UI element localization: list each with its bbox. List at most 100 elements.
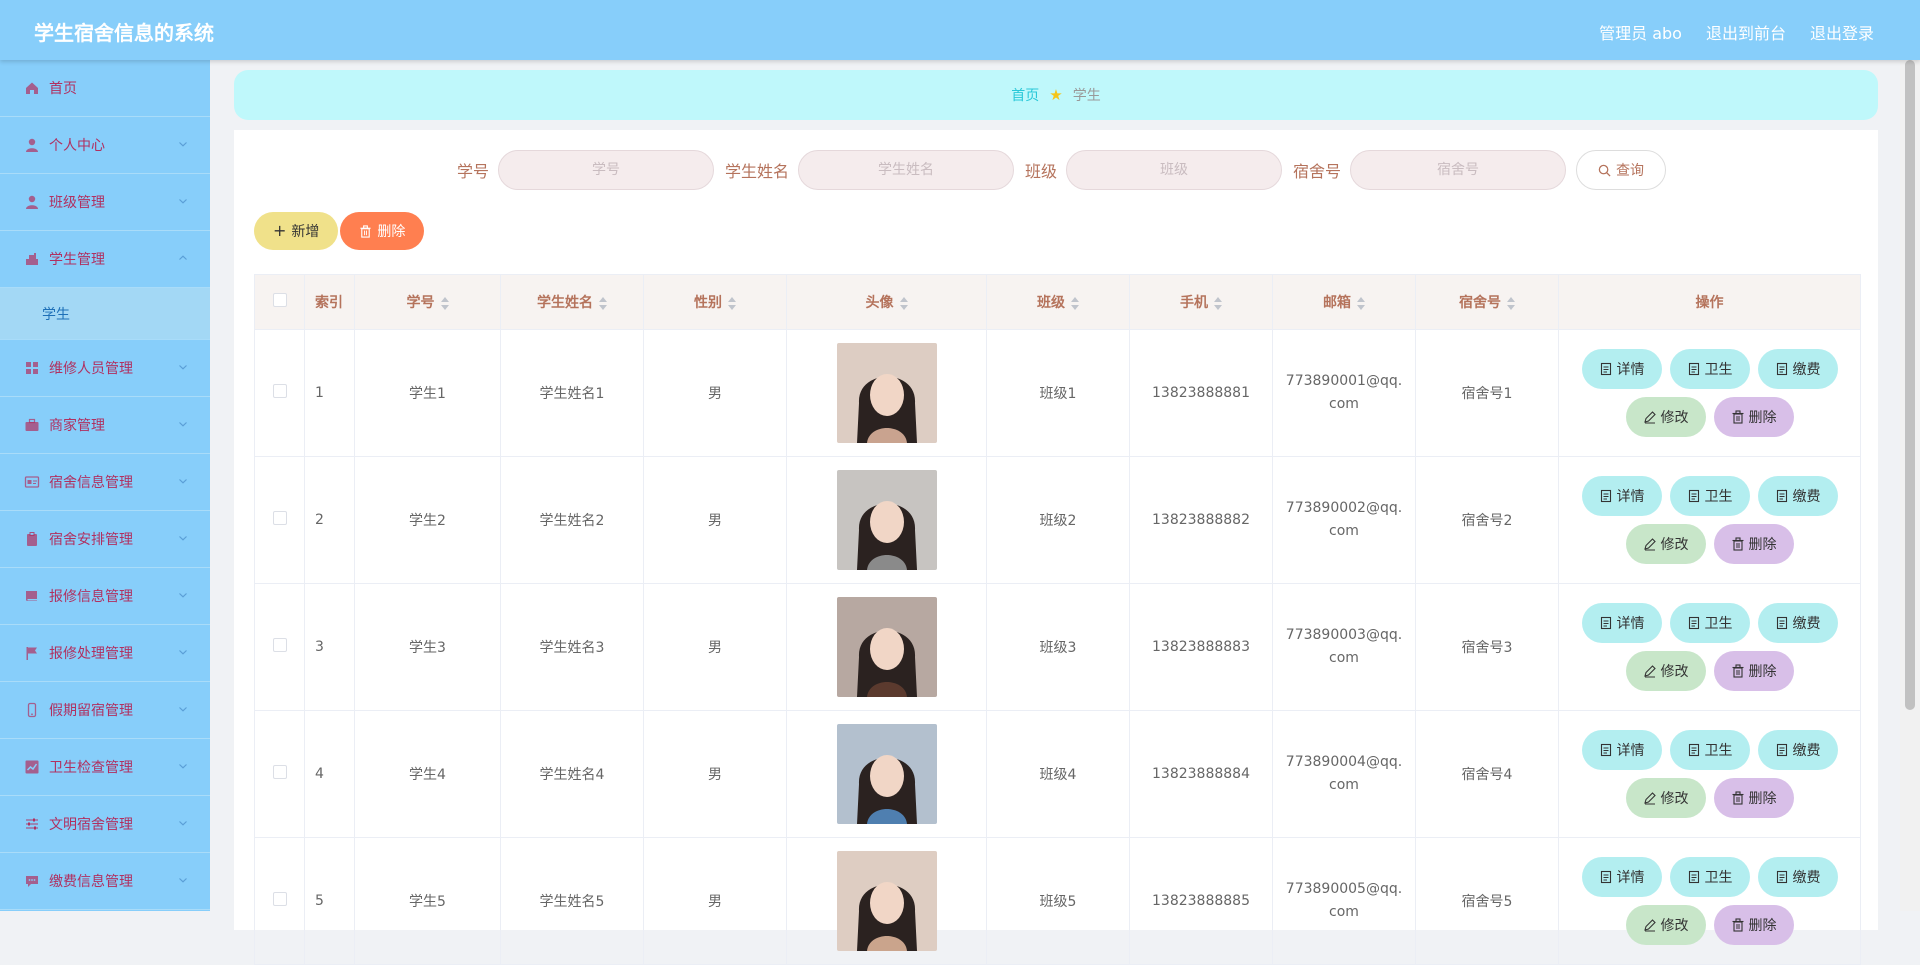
header-phone[interactable]: 手机 bbox=[1129, 274, 1273, 330]
cell-actions: 详情 卫生 缴费修改 删除 bbox=[1558, 710, 1861, 838]
hygiene-button[interactable]: 卫生 bbox=[1669, 476, 1750, 516]
sidebar-item[interactable]: 报修信息管理 bbox=[0, 568, 210, 625]
sidebar-item[interactable]: 假期留宿管理 bbox=[0, 682, 210, 739]
row-checkbox[interactable] bbox=[272, 638, 287, 652]
edit-button[interactable]: 修改 bbox=[1625, 778, 1706, 818]
edit-icon bbox=[1643, 918, 1657, 932]
row-delete-button[interactable]: 删除 bbox=[1713, 651, 1794, 691]
cell-actions: 详情 卫生 缴费修改 删除 bbox=[1558, 837, 1861, 965]
row-checkbox[interactable] bbox=[272, 384, 287, 398]
row-delete-button[interactable]: 删除 bbox=[1713, 905, 1794, 945]
header-actions: 操作 bbox=[1558, 274, 1861, 330]
action-buttons: + 新增 删除 bbox=[254, 212, 425, 250]
sort-icon[interactable] bbox=[1507, 296, 1515, 310]
hygiene-button[interactable]: 卫生 bbox=[1669, 349, 1750, 389]
hygiene-button[interactable]: 卫生 bbox=[1669, 603, 1750, 643]
edit-button[interactable]: 修改 bbox=[1625, 524, 1706, 564]
add-button[interactable]: + 新增 bbox=[254, 212, 339, 250]
student-name-input[interactable] bbox=[798, 150, 1014, 190]
sidebar-item[interactable]: 报修处理管理 bbox=[0, 625, 210, 682]
fee-button[interactable]: 缴费 bbox=[1757, 857, 1838, 897]
header-class[interactable]: 班级 bbox=[986, 274, 1130, 330]
detail-button-label: 详情 bbox=[1616, 616, 1645, 632]
sidebar-item[interactable]: 文明宿舍管理 bbox=[0, 796, 210, 853]
cell-email: 773890004@qq.com bbox=[1272, 710, 1416, 838]
sidebar-item[interactable]: 商家管理 bbox=[0, 397, 210, 454]
sort-icon[interactable] bbox=[599, 296, 607, 310]
edit-button[interactable]: 修改 bbox=[1625, 651, 1706, 691]
fee-button[interactable]: 缴费 bbox=[1757, 603, 1838, 643]
detail-button[interactable]: 详情 bbox=[1581, 730, 1662, 770]
detail-button[interactable]: 详情 bbox=[1581, 476, 1662, 516]
row-delete-button-label: 删除 bbox=[1748, 410, 1777, 426]
edit-button[interactable]: 修改 bbox=[1625, 397, 1706, 437]
sort-icon[interactable] bbox=[899, 296, 908, 310]
header-dorm-label: 宿舍号 bbox=[1459, 295, 1501, 311]
sidebar-item[interactable]: 学生管理 bbox=[0, 231, 210, 288]
row-delete-button[interactable]: 删除 bbox=[1713, 778, 1794, 818]
row-select-cell bbox=[254, 710, 305, 838]
select-all-cell bbox=[254, 274, 305, 330]
breadcrumb-home[interactable]: 首页 bbox=[1011, 85, 1039, 105]
trash-icon bbox=[1731, 410, 1745, 424]
header-index: 索引 bbox=[304, 274, 355, 330]
sidebar-item[interactable]: 宿舍安排管理 bbox=[0, 511, 210, 568]
search-button[interactable]: 查询 bbox=[1576, 150, 1667, 190]
document-icon bbox=[1687, 362, 1701, 376]
sidebar-item[interactable]: 首页 bbox=[0, 60, 210, 117]
sort-icon[interactable] bbox=[1071, 296, 1079, 310]
sidebar-item-label: 维修人员管理 bbox=[49, 361, 133, 377]
search-label-class: 班级 bbox=[1025, 162, 1058, 181]
sidebar-item[interactable]: 缴费信息管理 bbox=[0, 853, 210, 910]
fee-button[interactable]: 缴费 bbox=[1757, 476, 1838, 516]
detail-button[interactable]: 详情 bbox=[1581, 603, 1662, 643]
scrollbar-thumb[interactable] bbox=[1905, 60, 1915, 710]
header-gender[interactable]: 性别 bbox=[643, 274, 787, 330]
sidebar-item[interactable]: 班级管理 bbox=[0, 174, 210, 231]
row-delete-button[interactable]: 删除 bbox=[1713, 524, 1794, 564]
fee-button[interactable]: 缴费 bbox=[1757, 349, 1838, 389]
header-email[interactable]: 邮箱 bbox=[1272, 274, 1416, 330]
hygiene-button[interactable]: 卫生 bbox=[1669, 857, 1750, 897]
dorm-number-input[interactable] bbox=[1350, 150, 1567, 190]
header-student-id[interactable]: 学号 bbox=[354, 274, 501, 330]
detail-button[interactable]: 详情 bbox=[1581, 857, 1662, 897]
sort-icon[interactable] bbox=[1357, 296, 1365, 310]
sort-icon[interactable] bbox=[1214, 296, 1222, 310]
edit-button[interactable]: 修改 bbox=[1625, 905, 1706, 945]
sidebar-item-label: 个人中心 bbox=[49, 138, 105, 154]
cell-email: 773890003@qq.com bbox=[1272, 583, 1416, 711]
detail-button[interactable]: 详情 bbox=[1581, 349, 1662, 389]
sidebar-item[interactable]: 维修人员管理 bbox=[0, 340, 210, 397]
student-id-input[interactable] bbox=[497, 150, 714, 190]
chevron-down-icon bbox=[178, 476, 188, 486]
chevron-down-icon bbox=[178, 419, 188, 429]
document-icon bbox=[1687, 489, 1701, 503]
row-delete-button[interactable]: 删除 bbox=[1713, 397, 1794, 437]
cell-student-id: 学生1 bbox=[354, 329, 501, 457]
exit-to-front-link[interactable]: 退出到前台 bbox=[1706, 20, 1786, 44]
cell-student-name: 学生姓名3 bbox=[500, 583, 644, 711]
class-input[interactable] bbox=[1066, 150, 1283, 190]
select-all-checkbox[interactable] bbox=[272, 293, 287, 307]
header-avatar[interactable]: 头像 bbox=[786, 274, 987, 330]
submenu-item-student[interactable]: 学生 bbox=[0, 288, 210, 340]
row-checkbox[interactable] bbox=[272, 511, 287, 525]
page-scrollbar[interactable] bbox=[1900, 60, 1920, 911]
sidebar-item[interactable]: 卫生检查管理 bbox=[0, 739, 210, 796]
hygiene-button[interactable]: 卫生 bbox=[1669, 730, 1750, 770]
header-dorm[interactable]: 宿舍号 bbox=[1415, 274, 1559, 330]
sort-icon[interactable] bbox=[728, 296, 736, 310]
fee-button[interactable]: 缴费 bbox=[1757, 730, 1838, 770]
sidebar-item[interactable]: 宿舍信息管理 bbox=[0, 454, 210, 511]
header-student-name[interactable]: 学生姓名 bbox=[500, 274, 644, 330]
batch-delete-button[interactable]: 删除 bbox=[340, 212, 425, 250]
row-checkbox[interactable] bbox=[272, 892, 287, 906]
sort-icon[interactable] bbox=[440, 296, 449, 310]
search-label-student-name: 学生姓名 bbox=[724, 162, 789, 181]
cell-email: 773890001@qq.com bbox=[1272, 329, 1416, 457]
row-checkbox[interactable] bbox=[272, 765, 287, 779]
sidebar-item[interactable]: 个人中心 bbox=[0, 117, 210, 174]
book-icon bbox=[24, 588, 40, 604]
logout-link[interactable]: 退出登录 bbox=[1810, 20, 1874, 44]
